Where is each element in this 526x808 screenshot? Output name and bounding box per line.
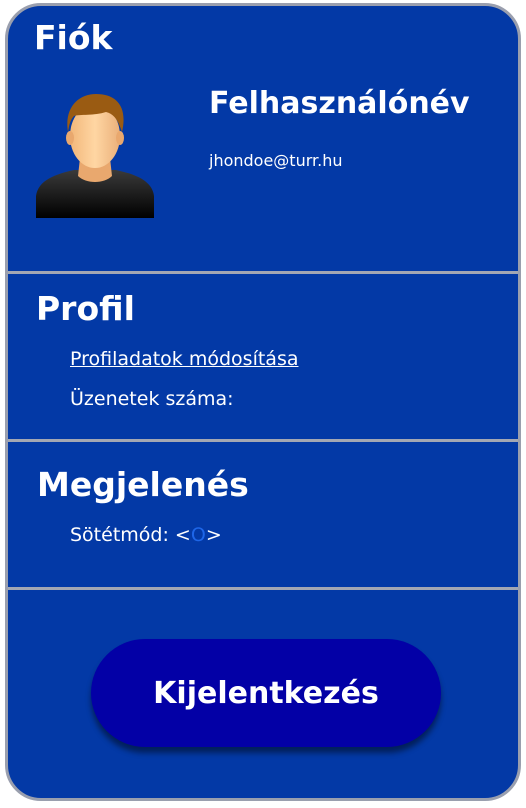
dark-mode-label: Sötétmód: xyxy=(70,524,169,546)
dark-mode-row: Sötétmód: <O> xyxy=(70,524,222,546)
edit-profile-link[interactable]: Profiladatok módosítása xyxy=(70,348,298,370)
appearance-title: Megjelenés xyxy=(37,465,249,504)
toggle-left-arrow: < xyxy=(174,524,191,546)
username: Felhasználónév xyxy=(209,86,470,121)
divider-1 xyxy=(8,271,518,274)
user-avatar-icon xyxy=(36,94,154,218)
divider-2 xyxy=(8,439,518,442)
toggle-right-arrow: > xyxy=(205,524,222,546)
account-card: Fiók Felhasználónév jhondoe@turr.hu Prof xyxy=(5,3,521,801)
email-text: jhondoe@turr.hu xyxy=(209,151,343,170)
account-title: Fiók xyxy=(34,18,113,57)
divider-3 xyxy=(8,587,518,590)
toggle-state: O xyxy=(190,524,206,546)
dark-mode-toggle[interactable]: <O> xyxy=(175,524,222,546)
logout-button[interactable]: Kijelentkezés xyxy=(91,639,441,747)
messages-count-label: Üzenetek száma: xyxy=(70,388,234,410)
profile-title: Profil xyxy=(36,289,135,328)
